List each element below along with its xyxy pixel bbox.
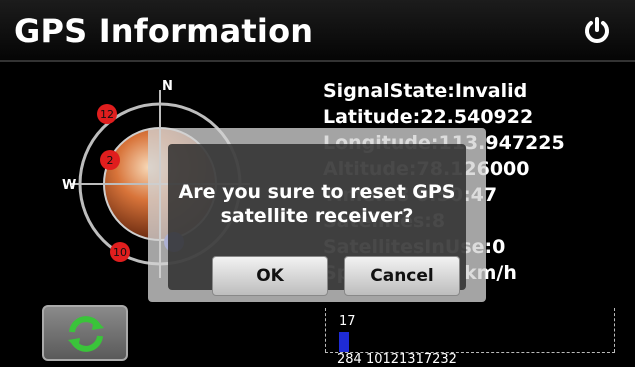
- cancel-button[interactable]: Cancel: [344, 256, 460, 296]
- reset-confirm-dialog: Are you sure to reset GPS satellite rece…: [148, 128, 486, 302]
- dialog-body: Are you sure to reset GPS satellite rece…: [168, 144, 466, 296]
- dialog-message: Are you sure to reset GPS satellite rece…: [168, 180, 466, 228]
- ok-button[interactable]: OK: [212, 256, 328, 296]
- dialog-message-line: Are you sure to reset GPS: [178, 181, 456, 203]
- dialog-message-line: satellite receiver?: [220, 205, 414, 227]
